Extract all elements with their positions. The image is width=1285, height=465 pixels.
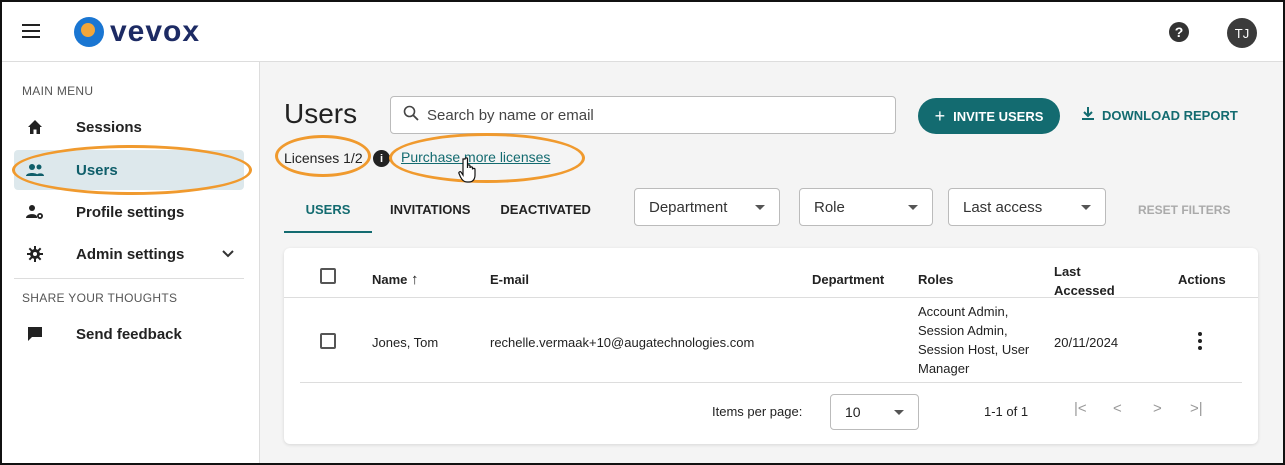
select-all-checkbox[interactable]	[320, 268, 336, 284]
tabs: USERS INVITATIONS DEACTIVATED	[284, 202, 591, 233]
department-filter[interactable]: Department	[634, 188, 780, 226]
plus-icon: +	[934, 105, 946, 126]
last-access-filter-label: Last access	[963, 198, 1043, 216]
search-icon	[403, 105, 419, 126]
sidebar-item-admin-settings[interactable]: Admin settings	[14, 234, 244, 274]
user-last-accessed: 20/11/2024	[1054, 335, 1119, 350]
tab-invitations[interactable]: INVITATIONS	[390, 202, 470, 233]
sidebar-item-users[interactable]: Users	[14, 150, 244, 190]
hamburger-menu-icon[interactable]	[22, 24, 40, 38]
sidebar-item-sessions[interactable]: Sessions	[14, 107, 244, 147]
share-thoughts-heading: SHARE YOUR THOUGHTS	[22, 291, 178, 305]
user-email: rechelle.vermaak+10@augatechnologies.com	[490, 335, 755, 350]
download-icon	[1082, 107, 1094, 124]
sidebar-item-label: Profile settings	[76, 203, 185, 221]
avatar[interactable]: TJ	[1227, 18, 1257, 48]
last-access-filter[interactable]: Last access	[948, 188, 1106, 226]
name-header-label: Name	[372, 272, 408, 287]
role-line: Session Admin,	[918, 323, 1008, 338]
main-content: Users + INVITE USERS DOWNLOAD REPORT Lic…	[260, 62, 1283, 463]
search-input[interactable]	[427, 106, 887, 124]
column-header-email: E-mail	[490, 272, 530, 287]
column-header-name[interactable]: Name ↑	[372, 271, 419, 288]
items-per-page-value: 10	[845, 404, 861, 420]
caret-down-icon	[894, 410, 904, 415]
info-icon[interactable]: i	[373, 150, 390, 167]
vevox-logo-mark-icon	[74, 17, 104, 47]
user-roles: Account Admin, Session Admin, Session Ho…	[918, 302, 1048, 378]
table-row: Jones, Tom rechelle.vermaak+10@augatechn…	[300, 298, 1242, 383]
sidebar-item-label: Admin settings	[76, 245, 185, 263]
users-icon	[24, 162, 46, 178]
caret-down-icon	[1081, 205, 1091, 210]
column-header-actions: Actions	[1178, 272, 1226, 287]
role-line: Session Host, User	[918, 342, 1030, 357]
sidebar-item-profile-settings[interactable]: Profile settings	[14, 192, 244, 232]
home-icon	[24, 119, 46, 135]
role-filter-label: Role	[814, 198, 845, 216]
profile-settings-icon	[24, 204, 46, 220]
role-line: Account Admin,	[918, 304, 1009, 319]
caret-down-icon	[755, 205, 765, 210]
hand-pointer-icon	[458, 157, 480, 189]
sort-arrow-icon: ↑	[411, 271, 419, 288]
search-box[interactable]	[390, 96, 896, 134]
caret-down-icon	[908, 205, 918, 210]
sidebar-item-send-feedback[interactable]: Send feedback	[14, 314, 244, 354]
column-header-last-accessed: Last Accessed	[1054, 262, 1115, 300]
user-name: Jones, Tom	[372, 335, 439, 350]
reset-filters-button[interactable]: RESET FILTERS	[1138, 203, 1230, 217]
department-filter-label: Department	[649, 198, 728, 216]
logo-text: vevox	[110, 15, 201, 48]
licenses-count: Licenses 1/2	[284, 150, 363, 166]
row-checkbox[interactable]	[320, 333, 336, 349]
items-per-page-label: Items per page:	[712, 404, 803, 419]
pagination-range: 1-1 of 1	[984, 404, 1029, 419]
sidebar-item-label: Users	[76, 161, 118, 179]
last-page-button[interactable]: >|	[1190, 400, 1203, 417]
gear-icon	[24, 246, 46, 262]
role-line: Manager	[918, 361, 970, 376]
sidebar-item-label: Sessions	[76, 118, 142, 136]
download-report-label: DOWNLOAD REPORT	[1102, 108, 1238, 123]
last-accessed-header-line1: Last	[1054, 264, 1081, 279]
first-page-button[interactable]: |<	[1074, 400, 1087, 417]
prev-page-button[interactable]: <	[1113, 400, 1122, 417]
feedback-icon	[24, 326, 46, 342]
page-title: Users	[284, 98, 358, 129]
main-menu-heading: MAIN MENU	[22, 84, 94, 98]
next-page-button[interactable]: >	[1153, 400, 1162, 417]
more-actions-icon[interactable]	[1197, 332, 1203, 350]
tab-users[interactable]: USERS	[284, 202, 372, 233]
sidebar-divider	[14, 278, 244, 279]
sidebar-item-label: Send feedback	[76, 325, 182, 343]
vevox-logo[interactable]: vevox	[74, 15, 201, 48]
sidebar: MAIN MENU Sessions Users Profile setting…	[2, 62, 260, 463]
invite-users-label: INVITE USERS	[953, 108, 1044, 124]
download-report-button[interactable]: DOWNLOAD REPORT	[1082, 107, 1238, 124]
column-header-roles: Roles	[918, 272, 954, 287]
column-header-department: Department	[812, 272, 885, 287]
help-icon[interactable]: ?	[1169, 22, 1189, 42]
app-frame: vevox ? TJ MAIN MENU Sessions Users Prof…	[0, 0, 1285, 465]
invite-users-button[interactable]: + INVITE USERS	[918, 98, 1060, 134]
role-filter[interactable]: Role	[799, 188, 933, 226]
tab-deactivated[interactable]: DEACTIVATED	[500, 202, 591, 233]
top-bar: vevox ? TJ	[2, 2, 1283, 62]
chevron-down-icon	[222, 247, 234, 261]
items-per-page-select[interactable]: 10	[830, 394, 919, 430]
table-header: Name ↑ E-mail Department Roles Last Acce…	[284, 248, 1258, 298]
users-table: Name ↑ E-mail Department Roles Last Acce…	[284, 248, 1258, 444]
